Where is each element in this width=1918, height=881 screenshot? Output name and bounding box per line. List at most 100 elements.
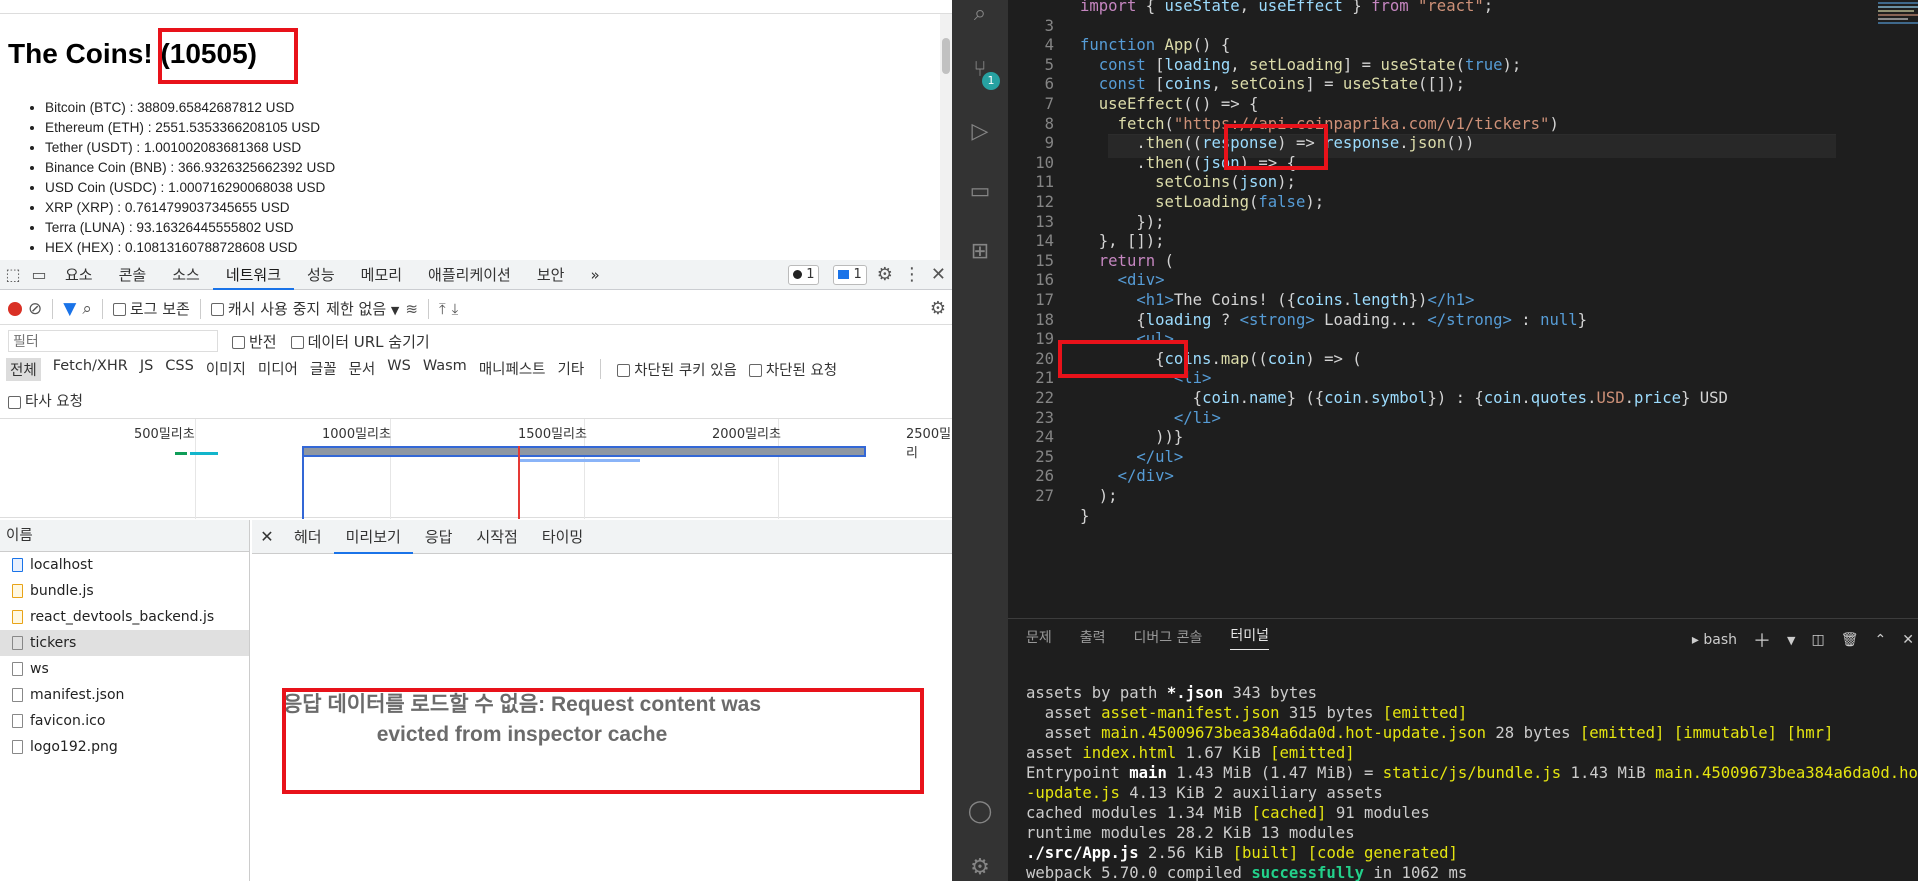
type-filter-button[interactable]: CSS — [165, 358, 194, 381]
remote-explorer-icon[interactable]: ▭ — [966, 178, 994, 206]
detail-tab[interactable]: 응답 — [413, 520, 465, 554]
network-settings-icon[interactable]: ⚙ — [930, 298, 946, 319]
panel-tab[interactable]: 출력 — [1080, 627, 1106, 647]
terminal-shell-select[interactable]: ▸ bash — [1692, 632, 1737, 648]
type-filter-button[interactable]: 글꼴 — [310, 358, 337, 381]
request-name: tickers — [30, 635, 77, 651]
request-name: manifest.json — [30, 687, 125, 703]
page-scrollbar[interactable] — [940, 14, 952, 260]
devtools-tab[interactable]: 요소 — [52, 260, 106, 290]
type-filter-button[interactable]: 이미지 — [206, 358, 246, 381]
filter-icon[interactable]: ▼ — [63, 299, 76, 319]
close-devtools-icon[interactable]: ✕ — [931, 264, 946, 285]
inspect-icon[interactable]: ⬚ — [0, 265, 26, 284]
throttle-select[interactable]: 제한 없음 ▼ — [326, 298, 399, 319]
type-filter-button[interactable]: Wasm — [423, 358, 467, 381]
name-column-header[interactable]: 이름 — [0, 520, 249, 552]
request-row[interactable]: favicon.ico — [0, 708, 249, 734]
account-icon[interactable]: ◯ — [966, 798, 994, 826]
timeline-selection[interactable] — [302, 446, 866, 457]
devtools-tab[interactable]: 성능 — [294, 260, 348, 290]
type-filter-button[interactable]: 미디어 — [258, 358, 298, 381]
kebab-menu-icon[interactable]: ⋮ — [903, 264, 921, 285]
request-row[interactable]: ws — [0, 656, 249, 682]
close-panel-icon[interactable]: ✕ — [1902, 632, 1914, 648]
disable-cache-checkbox[interactable]: 캐시 사용 중지 — [210, 298, 320, 319]
devtools-tab[interactable]: 소스 — [159, 260, 213, 290]
network-conditions-icon[interactable]: ≋ — [405, 300, 418, 318]
request-row[interactable]: tickers — [0, 630, 249, 656]
panel-tab[interactable]: 문제 — [1026, 627, 1052, 647]
third-party-checkbox[interactable]: 타사 요청 — [8, 390, 83, 411]
detail-tab[interactable]: 시작점 — [464, 520, 529, 554]
message-count-badge[interactable]: 1 — [833, 264, 867, 285]
devtools-tab[interactable]: 보안 — [524, 260, 578, 290]
request-row[interactable]: react_devtools_backend.js — [0, 604, 249, 630]
new-terminal-icon[interactable]: ＋ — [1753, 627, 1771, 653]
file-icon — [12, 714, 23, 728]
blocked-cookies-checkbox[interactable]: 차단된 쿠키 있음 — [617, 359, 737, 380]
split-terminal-icon[interactable]: ◫ — [1812, 632, 1825, 648]
devtools-tab[interactable]: 콘솔 — [106, 260, 160, 290]
more-tabs-button[interactable]: » — [577, 260, 612, 290]
trash-icon[interactable]: 🗑 — [1841, 632, 1859, 648]
blocked-requests-checkbox[interactable]: 차단된 요청 — [748, 359, 837, 380]
request-row[interactable]: manifest.json — [0, 682, 249, 708]
detail-tab[interactable]: 타이밍 — [530, 520, 595, 554]
panel-tab[interactable]: 터미널 — [1230, 625, 1270, 650]
type-filter-button[interactable]: 매니페스트 — [479, 358, 546, 381]
export-har-icon[interactable]: ⤓ — [452, 300, 459, 318]
type-filter-button[interactable]: WS — [387, 358, 411, 381]
search-icon[interactable]: ⌕ — [82, 299, 92, 319]
devtools-tab[interactable]: 네트워크 — [212, 260, 295, 290]
filter-input[interactable] — [8, 330, 218, 352]
bottom-panel: 문제 출력 디버그 콘솔 터미널 ▸ bash ＋ ▼ ◫ 🗑 ⌃ ✕ assets … — [1008, 618, 1918, 881]
file-icon — [12, 740, 23, 754]
search-icon[interactable]: ⌕ — [966, 0, 994, 28]
detail-tab[interactable]: 미리보기 — [333, 520, 413, 554]
type-filter-button[interactable]: JS — [140, 358, 153, 381]
coin-list-item: XRP (XRP) : 0.7614799037345655 USD — [45, 198, 335, 218]
type-filter-button[interactable]: Fetch/XHR — [53, 358, 128, 381]
extensions-icon[interactable]: ⊞ — [966, 238, 994, 266]
record-icon[interactable] — [8, 301, 22, 316]
invert-checkbox[interactable]: 반전 — [232, 331, 277, 352]
timeline-selection-left-edge[interactable] — [302, 446, 304, 519]
import-har-icon[interactable]: ⤒ — [439, 300, 446, 318]
coin-count: (10505) — [160, 38, 257, 69]
manage-gear-icon[interactable]: ⚙ — [966, 854, 994, 881]
maximize-panel-icon[interactable]: ⌃ — [1875, 632, 1887, 648]
type-filter-button[interactable]: 기타 — [558, 358, 585, 381]
chevron-down-icon: ▼ — [390, 304, 400, 317]
clear-icon[interactable]: ⊘ — [28, 299, 42, 319]
code-line[interactable]: import { useState, useEffect } from "rea… — [1008, 0, 1493, 18]
request-name: localhost — [30, 557, 93, 573]
timeline-label: 500밀리초 — [134, 427, 195, 442]
coin-list-item: Bitcoin (BTC) : 38809.65842687812 USD — [45, 98, 335, 118]
request-row[interactable]: bundle.js — [0, 578, 249, 604]
terminal-output[interactable]: assets by path *.json 343 bytes asset as… — [1026, 683, 1918, 881]
code-line[interactable]: } — [1008, 504, 1089, 528]
panel-tab[interactable]: 디버그 콘솔 — [1134, 627, 1203, 647]
close-detail-icon[interactable]: ✕ — [252, 527, 282, 546]
settings-icon[interactable]: ⚙ — [877, 264, 893, 285]
devtools-tab[interactable]: 애플리케이션 — [415, 260, 524, 290]
type-filter-button[interactable]: 전체 — [6, 357, 41, 381]
type-filter-button[interactable]: 문서 — [349, 358, 376, 381]
detail-tab-list: 헤더 미리보기 응답 시작점 타이밍 — [282, 520, 595, 554]
error-count-badge[interactable]: 1 — [788, 264, 820, 285]
chevron-down-icon[interactable]: ▼ — [1787, 634, 1795, 647]
detail-tab[interactable]: 헤더 — [282, 520, 334, 554]
minimap[interactable] — [1878, 0, 1918, 60]
request-row[interactable]: localhost — [0, 552, 249, 578]
network-timeline[interactable]: 500밀리초 1000밀리초 1500밀리초 2000밀리초 2500밀리 — [0, 418, 952, 519]
devtools-tab[interactable]: 메모리 — [348, 260, 415, 290]
preview-error-message: 응답 데이터를 로드할 수 없음: Request content was ev… — [282, 693, 762, 746]
request-row[interactable]: logo192.png — [0, 734, 249, 760]
browser-window: The Coins! (10505) Bitcoin (BTC) : 38809… — [0, 0, 952, 881]
code-editor[interactable]: import { useState, useEffect } from "rea… — [1008, 0, 1918, 618]
hide-data-urls-checkbox[interactable]: 데이터 URL 숨기기 — [290, 331, 430, 352]
run-debug-icon[interactable]: ▷ — [966, 118, 994, 146]
preserve-log-checkbox[interactable]: 로그 보존 — [112, 298, 190, 319]
device-toolbar-icon[interactable]: ▭ — [26, 265, 52, 284]
